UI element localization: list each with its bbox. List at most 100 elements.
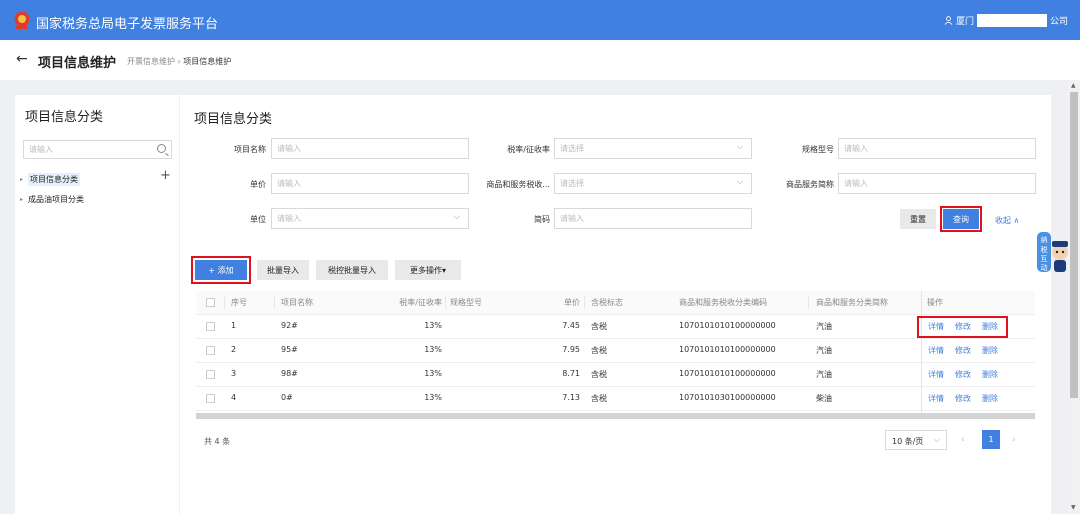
chevron-down-icon[interactable]: ⌵ [454, 212, 460, 222]
page-size-value: 10 条/页 [892, 437, 924, 446]
user-menu[interactable]: 厦门 公司 [944, 14, 1068, 27]
header-no: 序号 [231, 298, 247, 307]
tree-item-label: 项目信息分类 [28, 173, 81, 186]
detail-link[interactable]: 详情 [928, 393, 944, 404]
horizontal-scrollbar[interactable] [196, 413, 1035, 419]
cell-code: 1070101010100000000 [679, 369, 776, 378]
delete-link[interactable]: 删除 [982, 369, 998, 380]
section-title: 项目信息分类 [194, 112, 273, 127]
cell-category: 汽油 [816, 370, 832, 379]
highlight-box [917, 316, 1008, 338]
tax-rate-input[interactable] [555, 139, 732, 158]
spec-input[interactable] [839, 139, 1016, 158]
row-checkbox[interactable] [206, 346, 215, 355]
chevron-down-icon: ⌵ [933, 435, 940, 444]
mascot-char: 动 [1041, 263, 1048, 272]
header-ops: 操作 [927, 298, 943, 307]
select-all-checkbox[interactable] [206, 298, 215, 307]
vertical-scrollbar[interactable]: ▲ ▼ [1068, 80, 1080, 514]
chevron-down-icon[interactable]: ⌵ [737, 177, 743, 187]
mascot-char: 互 [1041, 255, 1048, 263]
filter-label-spec: 规格型号 [802, 145, 834, 154]
next-page-button[interactable]: › [1012, 435, 1016, 445]
cell-no: 3 [231, 369, 237, 378]
batch-import-button[interactable]: 批量导入 [257, 260, 309, 280]
reset-button[interactable]: 重置 [900, 209, 936, 229]
detail-link[interactable]: 详情 [928, 369, 944, 380]
tax-batch-import-button[interactable]: 税控批量导入 [316, 260, 388, 280]
top-bar: 国家税务总局电子发票服务平台 厦门 公司 [0, 0, 1080, 40]
page-size-select[interactable]: 10 条/页 ⌵ [885, 430, 947, 450]
breadcrumb-separator: › [177, 57, 181, 66]
cell-code: 1070101030100000000 [679, 393, 776, 402]
cell-tax-flag: 含税 [591, 394, 607, 403]
cell-rate: 13% [424, 369, 442, 378]
search-icon[interactable] [157, 144, 166, 153]
user-name-prefix: 厦门 [955, 17, 974, 27]
item-name-field [271, 138, 469, 159]
edit-link[interactable]: 修改 [955, 369, 971, 380]
redacted-name [976, 14, 1047, 27]
page-number-button[interactable]: 1 [982, 430, 1000, 449]
delete-link[interactable]: 删除 [982, 345, 998, 356]
cell-price: 8.71 [562, 369, 580, 378]
item-name-input[interactable] [272, 139, 449, 158]
header-code: 商品和服务税收分类编码 [679, 298, 767, 307]
tree-item-project-category[interactable]: ▸ 项目信息分类 [20, 173, 81, 186]
user-name-suffix: 公司 [1049, 17, 1068, 27]
filter-label-item-name: 项目名称 [234, 145, 266, 154]
tax-emblem-logo-icon [14, 11, 30, 29]
table-header-row: 序号 项目名称 税率/征收率 规格型号 单价 含税标志 商品和服务税收分类编码 … [196, 291, 1035, 315]
arrow-left-icon[interactable]: ← [16, 51, 28, 67]
header-category: 商品和服务分类简称 [816, 298, 888, 307]
total-count: 共 4 条 [204, 437, 231, 446]
delete-link[interactable]: 删除 [982, 393, 998, 404]
highlight-box [191, 256, 251, 284]
more-actions-button[interactable]: 更多操作▾ [395, 260, 461, 280]
abbr-input[interactable] [555, 209, 732, 228]
add-category-icon[interactable]: + [160, 168, 171, 183]
tree-item-label: 成品油项目分类 [28, 195, 85, 204]
row-checkbox[interactable] [206, 394, 215, 403]
highlight-box [940, 206, 982, 232]
unit-price-input[interactable] [272, 174, 449, 193]
prev-page-button[interactable]: ‹ [961, 435, 965, 445]
scroll-down-icon[interactable]: ▼ [1071, 504, 1076, 511]
filter-label-unit-price: 单价 [250, 180, 266, 189]
detail-link[interactable]: 详情 [928, 345, 944, 356]
table-row: 3 98# 13% 8.71 含税 1070101010100000000 汽油 详情 修改 删除 [196, 363, 1035, 387]
tax-interaction-mascot-icon[interactable]: 纳 税 互 动 [1034, 228, 1070, 276]
tree-item-oil-category[interactable]: ▸ 成品油项目分类 [20, 194, 84, 205]
cell-rate: 13% [424, 345, 442, 354]
header-price: 单价 [564, 298, 580, 307]
short-name-input[interactable] [839, 174, 1016, 193]
collapse-link[interactable]: 收起 ∧ [995, 215, 1019, 226]
breadcrumb: 开票信息维护 › 项目信息维护 [127, 56, 231, 67]
tax-category-input[interactable] [555, 174, 732, 193]
mascot-char: 税 [1041, 245, 1048, 254]
scrollbar-thumb[interactable] [1070, 92, 1078, 398]
edit-link[interactable]: 修改 [955, 393, 971, 404]
table-row: 2 95# 13% 7.95 含税 1070101010100000000 汽油 详情 修改 删除 [196, 339, 1035, 363]
edit-link[interactable]: 修改 [955, 345, 971, 356]
breadcrumb-bar: ← 项目信息维护 开票信息维护 › 项目信息维护 [0, 40, 1080, 80]
row-checkbox[interactable] [206, 322, 215, 331]
cell-name: 95# [281, 345, 298, 354]
row-checkbox[interactable] [206, 370, 215, 379]
filter-label-short-name: 商品服务简称 [786, 180, 834, 189]
cell-price: 7.95 [562, 345, 580, 354]
chevron-down-icon[interactable]: ⌵ [737, 142, 743, 152]
scroll-up-icon[interactable]: ▲ [1071, 82, 1076, 89]
unit-input[interactable] [272, 209, 449, 228]
category-sidebar: 项目信息分类 [15, 95, 179, 514]
sidebar-search-input[interactable] [24, 141, 144, 158]
cell-name: 98# [281, 369, 298, 378]
breadcrumb-parent[interactable]: 开票信息维护 [127, 57, 175, 66]
caret-right-icon[interactable]: ▸ [20, 176, 23, 183]
cell-name: 92# [281, 321, 298, 330]
header-tax-flag: 含税标志 [591, 298, 623, 307]
sidebar-search [23, 140, 172, 159]
caret-right-icon[interactable]: ▸ [20, 196, 23, 203]
cell-no: 2 [231, 345, 237, 354]
cell-no: 4 [231, 393, 237, 402]
